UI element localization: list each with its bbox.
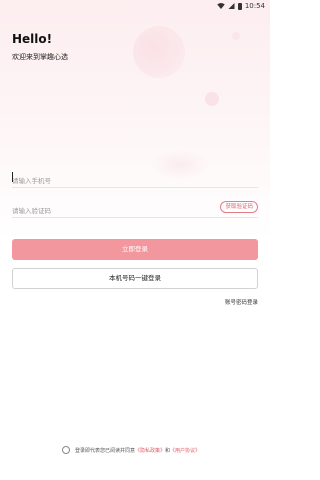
decor-bubble: [232, 32, 240, 40]
page-subtitle: 欢迎来到掌趣心选: [12, 53, 68, 61]
agreement-checkbox[interactable]: [62, 446, 70, 454]
battery-icon: [237, 2, 242, 10]
password-login-link[interactable]: 账号密码登录: [225, 298, 258, 306]
decor-bubble: [205, 92, 219, 106]
code-field: 获取验证码: [12, 198, 258, 220]
status-time: 10:54: [244, 2, 265, 10]
one-key-login-button[interactable]: 本机号码一键登录: [12, 268, 258, 289]
agreement-row: 登录即代表您已阅读并同意 《隐私政策》 和 《用户协议》: [62, 446, 200, 454]
signal-icon: [228, 3, 235, 9]
login-button[interactable]: 立即登录: [12, 239, 258, 260]
verification-code-input[interactable]: [12, 202, 202, 220]
get-code-button[interactable]: 获取验证码: [220, 201, 258, 213]
user-agreement-link[interactable]: 《用户协议》: [170, 447, 200, 454]
status-bar: 10:54: [0, 0, 270, 12]
privacy-policy-link[interactable]: 《隐私政策》: [135, 447, 165, 454]
phone-input[interactable]: [12, 172, 202, 190]
page-title: Hello!: [12, 32, 53, 46]
text-cursor: [12, 172, 13, 182]
wifi-icon: [217, 3, 225, 9]
phone-field: [12, 168, 258, 190]
agreement-text: 登录即代表您已阅读并同意: [75, 447, 136, 454]
decor-bubble: [133, 26, 185, 78]
